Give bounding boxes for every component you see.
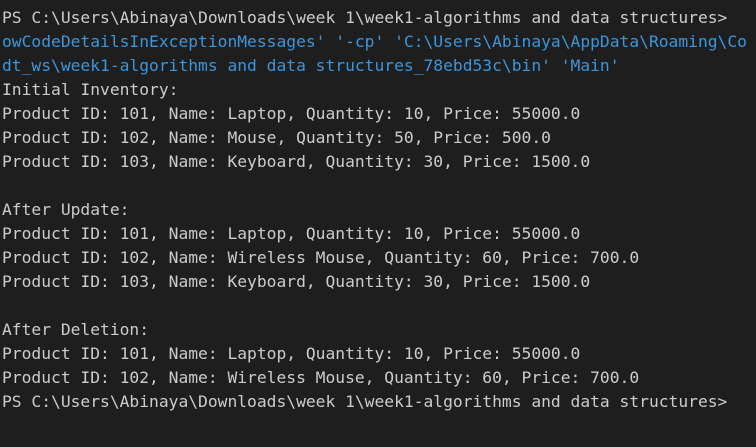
terminal-prompt-bottom[interactable]: PS C:\Users\Abinaya\Downloads\week 1\wee… [2,390,756,414]
terminal-prompt-top: PS C:\Users\Abinaya\Downloads\week 1\wee… [2,8,728,27]
section-heading-initial: Initial Inventory: [2,80,179,99]
output-row: Product ID: 102, Name: Mouse, Quantity: … [2,128,551,147]
terminal-panel[interactable]: PS C:\Users\Abinaya\Downloads\week 1\wee… [0,0,756,447]
output-row: Product ID: 102, Name: Wireless Mouse, Q… [2,368,640,387]
command-line-2: dt_ws\week1-algorithms and data structur… [2,56,620,75]
command-line-1: owCodeDetailsInExceptionMessages' '-cp' … [2,32,747,51]
section-heading-update: After Update: [2,200,130,219]
section-heading-deletion: After Deletion: [2,320,150,339]
output-row: Product ID: 103, Name: Keyboard, Quantit… [2,272,591,291]
output-row: Product ID: 103, Name: Keyboard, Quantit… [2,152,591,171]
output-row: Product ID: 102, Name: Wireless Mouse, Q… [2,248,640,267]
output-row: Product ID: 101, Name: Laptop, Quantity:… [2,344,581,363]
output-row: Product ID: 101, Name: Laptop, Quantity:… [2,224,581,243]
output-row: Product ID: 101, Name: Laptop, Quantity:… [2,104,581,123]
